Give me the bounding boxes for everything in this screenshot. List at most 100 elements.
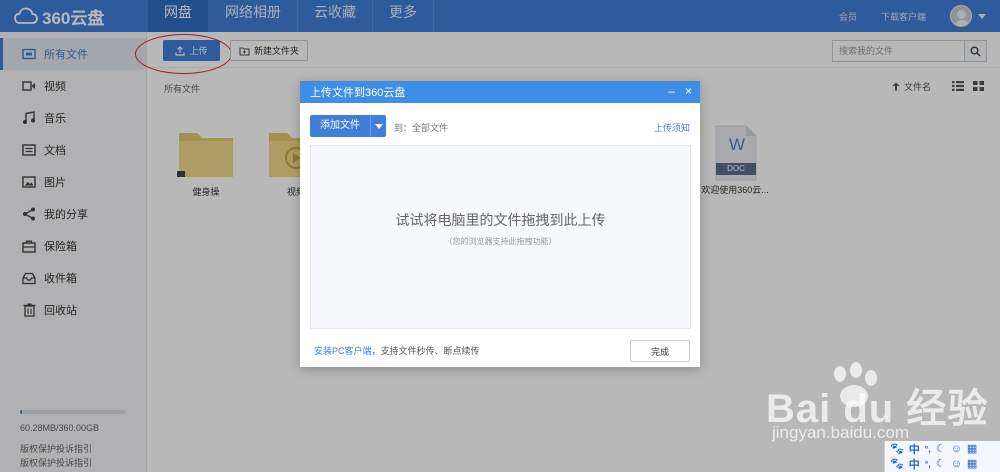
- punctuation-icon: °,: [924, 443, 931, 454]
- user-icon: ☺: [950, 442, 962, 455]
- new-folder-button-label: 新建文件夹: [253, 46, 299, 56]
- avatar[interactable]: [950, 5, 972, 27]
- sidebar-item-label: 所有文件: [44, 49, 88, 61]
- user-icon: ☺: [950, 457, 962, 470]
- nav-tab-more[interactable]: 更多: [373, 0, 434, 32]
- sidebar-item-label: 视频: [44, 81, 66, 93]
- sidebar-item-music[interactable]: 音乐: [0, 102, 146, 134]
- storage-progress-fill: [20, 410, 23, 414]
- folder-icon: [22, 47, 36, 61]
- nav-tab-favorites[interactable]: 云收藏: [298, 0, 373, 32]
- dialog-footer-text: 安装PC客户端，支持文件秒传、断点续传: [314, 344, 480, 357]
- logo-text: 360云盘: [42, 8, 105, 28]
- trash-icon: [22, 303, 36, 317]
- main-nav: 网盘 网络相册 云收藏 更多: [148, 0, 434, 32]
- member-link[interactable]: 会员: [839, 10, 857, 23]
- list-view-icon[interactable]: [952, 80, 964, 94]
- close-icon[interactable]: ×: [685, 84, 692, 98]
- document-icon: [22, 143, 36, 157]
- sidebar-item-label: 保险箱: [44, 241, 77, 253]
- top-right-area: 会员 下载客户端: [839, 0, 1000, 32]
- image-icon: [22, 175, 36, 189]
- grid-icon: ▦: [966, 443, 978, 455]
- storage-text: 60.28MB/360.00GB: [20, 423, 100, 433]
- drop-zone[interactable]: 试试将电脑里的文件拖拽到此上传 （您的浏览器支持此拖拽功能）: [310, 145, 691, 329]
- nav-tab-disk[interactable]: 网盘: [148, 0, 209, 32]
- search-button[interactable]: [964, 41, 986, 61]
- breadcrumb[interactable]: 所有文件: [164, 82, 200, 95]
- copyright-complaint-link[interactable]: 版权保护投诉指引: [20, 456, 92, 469]
- dialog-header: 上传文件到360云盘 – ×: [300, 81, 700, 103]
- footer-description: ，支持文件秒传、断点续传: [371, 346, 480, 356]
- drop-zone-hint: （您的浏览器支持此拖拽功能）: [444, 237, 557, 246]
- nav-tab-album[interactable]: 网络相册: [209, 0, 298, 32]
- punctuation-icon: °,: [924, 458, 931, 469]
- top-bar: 360云盘 网盘 网络相册 云收藏 更多 会员 下载客户端: [0, 0, 1000, 32]
- search-icon: [970, 46, 981, 57]
- chevron-down-icon[interactable]: [370, 115, 386, 137]
- sidebar-item-inbox[interactable]: 收件箱: [0, 262, 146, 294]
- grid-icon: ▦: [966, 458, 978, 470]
- storage-usage: 60.28MB/360.00GB: [20, 410, 126, 433]
- sidebar-item-safe[interactable]: 保险箱: [0, 230, 146, 262]
- new-folder-icon: [239, 46, 250, 56]
- ime-mode-label[interactable]: 中: [909, 441, 920, 457]
- add-file-button[interactable]: 添加文件: [310, 115, 386, 137]
- copyright-complaint-link[interactable]: 版权保护投诉指引: [20, 442, 92, 455]
- new-folder-button[interactable]: 新建文件夹: [230, 40, 308, 61]
- ime-row: 🐾 中 °, ☾ ☺ ▦: [885, 456, 1000, 471]
- sidebar-item-recycle-bin[interactable]: 回收站: [0, 294, 146, 326]
- file-name: 健身操: [192, 187, 220, 197]
- file-item-doc[interactable]: W DOC 欢迎使用360云...: [693, 125, 777, 196]
- sidebar: 所有文件 视频 音乐 文档 图片 我的分享 保险箱 收件箱 回收站 60.28M…: [0, 32, 147, 472]
- minimize-icon[interactable]: –: [668, 84, 675, 98]
- ime-mode-label[interactable]: 中: [909, 456, 920, 472]
- search-box: [832, 40, 987, 62]
- sidebar-item-all-files[interactable]: 所有文件: [0, 38, 146, 70]
- upload-notice-link[interactable]: 上传须知: [654, 121, 690, 134]
- upload-button-label: 上传: [189, 46, 208, 56]
- dialog-controls: – ×: [668, 84, 692, 98]
- sort-by-name[interactable]: 文件名: [892, 80, 931, 93]
- file-name: 欢迎使用360云...: [701, 185, 769, 195]
- view-switch: [952, 80, 984, 94]
- sidebar-item-documents[interactable]: 文档: [0, 134, 146, 166]
- sidebar-item-images[interactable]: 图片: [0, 166, 146, 198]
- chevron-down-icon[interactable]: [978, 13, 986, 19]
- toolbar: 上传 新建文件夹: [135, 32, 1000, 74]
- paw-icon: 🐾: [890, 443, 904, 455]
- sidebar-item-video[interactable]: 视频: [0, 70, 146, 102]
- inbox-icon: [22, 271, 36, 285]
- sidebar-item-label: 收件箱: [44, 273, 77, 285]
- sidebar-item-my-share[interactable]: 我的分享: [0, 198, 146, 230]
- moon-icon: ☾: [935, 443, 946, 455]
- storage-progress-bar: [20, 410, 126, 414]
- arrow-up-icon: [892, 82, 900, 91]
- ime-row: 🐾 中 °, ☾ ☺ ▦: [885, 441, 1000, 456]
- sort-label: 文件名: [904, 82, 932, 92]
- paw-icon: 🐾: [890, 458, 904, 470]
- sidebar-item-label: 图片: [44, 177, 66, 189]
- upload-icon: [175, 45, 186, 56]
- moon-icon: ☾: [935, 458, 946, 470]
- file-item-folder[interactable]: 健身操: [164, 127, 248, 198]
- upload-dialog: 上传文件到360云盘 – × 添加文件 到：全部文件 上传须知 试试将电脑里的文…: [300, 81, 700, 367]
- app-logo[interactable]: 360云盘: [14, 3, 104, 29]
- sidebar-item-label: 我的分享: [44, 209, 88, 221]
- sidebar-item-label: 文档: [44, 145, 66, 157]
- folder-icon: [177, 127, 235, 179]
- music-icon: [22, 111, 36, 125]
- sidebar-item-label: 音乐: [44, 113, 66, 125]
- install-pc-client-link[interactable]: 安装PC客户端: [314, 346, 372, 356]
- safe-icon: [22, 239, 36, 253]
- dialog-title: 上传文件到360云盘: [310, 87, 406, 99]
- download-client-link[interactable]: 下载客户端: [881, 10, 926, 23]
- done-button[interactable]: 完成: [630, 340, 690, 362]
- search-input[interactable]: [833, 41, 964, 61]
- upload-destination[interactable]: 到：全部文件: [394, 121, 448, 134]
- upload-button[interactable]: 上传: [163, 40, 220, 61]
- grid-view-icon[interactable]: [973, 80, 984, 94]
- video-icon: [22, 79, 36, 93]
- ime-toolbar[interactable]: 🐾 中 °, ☾ ☺ ▦ 🐾 中 °, ☾ ☺ ▦: [884, 441, 1000, 472]
- drop-zone-title: 试试将电脑里的文件拖拽到此上传: [395, 212, 606, 228]
